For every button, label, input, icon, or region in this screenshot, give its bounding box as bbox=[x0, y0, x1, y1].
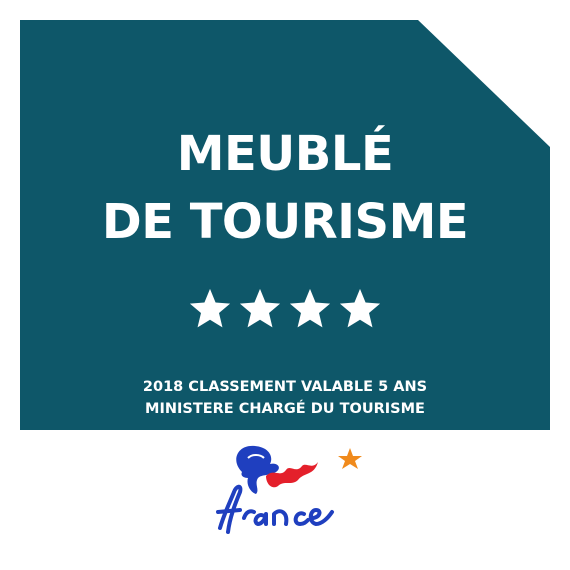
title-line-1: MEUBLÉ bbox=[176, 126, 394, 182]
ministry-text: MINISTERE CHARGÉ DU TOURISME bbox=[145, 401, 425, 417]
validity-text: 2018 CLASSEMENT VALABLE 5 ANS bbox=[142, 379, 428, 395]
star-rating bbox=[20, 286, 550, 332]
france-wordmark bbox=[216, 484, 334, 534]
title-line-2: DE TOURISME bbox=[101, 194, 469, 250]
classification-plaque: MEUBLÉ DE TOURISME 2018 CLASSEMENT VALAB… bbox=[20, 20, 550, 430]
star-icon bbox=[239, 288, 281, 328]
star-icon bbox=[289, 288, 331, 328]
star-icon bbox=[189, 288, 231, 328]
star-icon bbox=[339, 288, 381, 328]
orange-star-icon bbox=[338, 448, 362, 469]
france-tourism-logo-icon bbox=[216, 445, 362, 534]
